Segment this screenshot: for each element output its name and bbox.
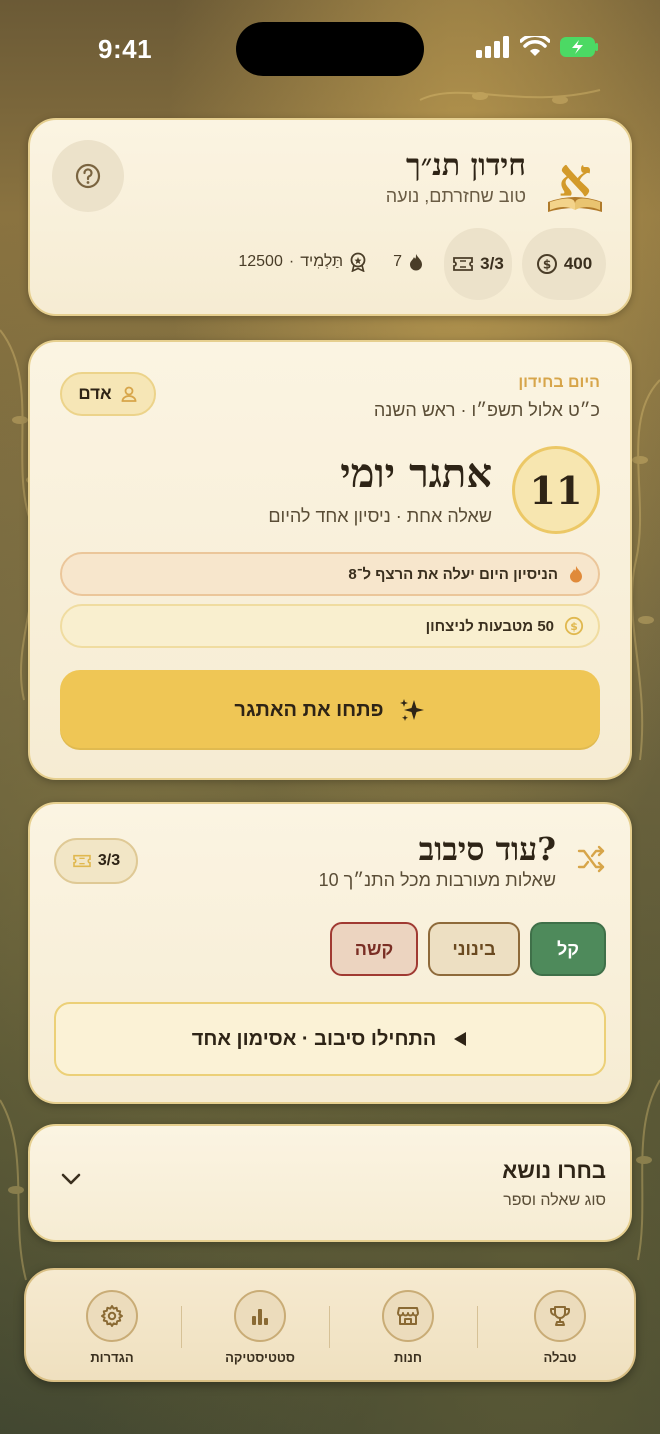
streak-note-text: הניסיון היום יעלה את הרצף ל־8 xyxy=(348,565,558,583)
header-card: א חידון תנ״ך טוב שחזרתם, נועה $ 400 3/3 … xyxy=(28,118,632,316)
flame-icon xyxy=(570,566,582,583)
svg-text:$: $ xyxy=(543,258,551,272)
aleph-book-logo: א xyxy=(548,148,602,212)
wifi-icon xyxy=(520,36,550,56)
user-chip[interactable]: אדם xyxy=(60,372,156,416)
status-bar: 9:41 xyxy=(0,0,660,100)
open-challenge-label: פתחו את האתגר xyxy=(234,698,384,721)
round-tickets-chip: 3/3 xyxy=(54,838,138,884)
nav-divider xyxy=(329,1306,330,1348)
nav-item-leaderboard[interactable]: טבלה xyxy=(500,1290,620,1365)
coin-icon: $ xyxy=(564,616,584,636)
bottom-nav: טבלה חנות סטטיסטיקה הגדרות xyxy=(24,1268,636,1382)
difficulty-medium-button[interactable]: בינוני xyxy=(428,922,520,976)
status-time: 9:41 xyxy=(98,34,153,64)
round-title: עוד סיבוב? xyxy=(418,830,556,868)
nav-icon-circle xyxy=(234,1290,286,1342)
play-icon xyxy=(454,1032,467,1046)
bar-chart-icon xyxy=(252,1309,268,1325)
battery-icon xyxy=(560,37,598,57)
streak-note: הניסיון היום יעלה את הרצף ל־8 xyxy=(60,552,600,596)
nav-icon-circle xyxy=(86,1290,138,1342)
shuffle-icon xyxy=(577,845,605,873)
today-label: היום בחידון xyxy=(518,374,600,391)
nav-label: טבלה xyxy=(543,1350,577,1365)
nav-divider xyxy=(181,1306,182,1348)
nav-label: סטטיסטיקה xyxy=(225,1350,295,1365)
hebrew-date: כ״ט אלול תשפ״ו · ראש השנה xyxy=(373,400,600,420)
nav-icon-circle xyxy=(382,1290,434,1342)
difficulty-easy-button[interactable]: קל xyxy=(530,922,606,976)
user-name: אדם xyxy=(78,384,112,403)
nav-icon-circle xyxy=(534,1290,586,1342)
day-number-badge: 11 xyxy=(512,446,600,534)
question-icon xyxy=(75,163,101,189)
coin-icon: $ xyxy=(536,254,557,274)
another-round-card: עוד סיבוב? 10 שאלות מעורבות מכל התנ״ך 3/… xyxy=(28,802,632,1104)
chevron-down-icon[interactable] xyxy=(60,1172,82,1186)
nav-item-statistics[interactable]: סטטיסטיקה xyxy=(200,1290,320,1365)
daily-title: אתגר יומי xyxy=(340,450,492,497)
nav-divider xyxy=(477,1306,478,1348)
start-round-button[interactable]: התחילו סיבוב · אסימון אחד xyxy=(54,1002,606,1076)
round-subtitle: 10 שאלות מעורבות מכל התנ״ך xyxy=(318,870,556,890)
coins-count: 400 xyxy=(563,254,593,273)
shop-icon xyxy=(397,1307,419,1325)
nav-item-shop[interactable]: חנות xyxy=(348,1290,468,1365)
trophy-icon xyxy=(550,1306,570,1326)
stat-separator: · xyxy=(288,253,295,270)
difficulty-hard-button[interactable]: קשה xyxy=(330,922,418,976)
svg-text:$: $ xyxy=(570,620,578,633)
xp-count: 12500 xyxy=(238,253,283,270)
signal-icon xyxy=(476,36,509,58)
nav-label: הגדרות xyxy=(90,1350,134,1365)
choose-topic-card[interactable]: בחרו נושא סוג שאלה וספר xyxy=(28,1124,632,1242)
reward-note: $ 50 מטבעות לניצחון xyxy=(60,604,600,648)
tickets-count: 3/3 xyxy=(480,254,504,273)
topic-subtitle: סוג שאלה וספר xyxy=(503,1192,606,1209)
streak-count: 7 xyxy=(393,253,402,270)
player-stats: 7 תַּלְמִיד · 12500 xyxy=(238,252,424,272)
rank-badge-icon xyxy=(350,252,366,272)
gear-icon xyxy=(101,1305,123,1327)
reward-note-text: 50 מטבעות לניצחון xyxy=(425,617,554,635)
coins-pill[interactable]: $ 400 xyxy=(522,228,606,300)
topic-title: בחרו נושא xyxy=(502,1158,606,1183)
nav-label: חנות xyxy=(394,1350,422,1365)
ticket-icon xyxy=(453,257,474,271)
ticket-icon xyxy=(73,854,91,868)
status-icons xyxy=(476,36,600,58)
daily-challenge-card: היום בחידון כ״ט אלול תשפ״ו · ראש השנה אד… xyxy=(28,340,632,780)
dynamic-island xyxy=(236,22,424,76)
app-title: חידון תנ״ך xyxy=(406,148,526,183)
nav-item-settings[interactable]: הגדרות xyxy=(52,1290,172,1365)
rank-label: תַּלְמִיד xyxy=(300,253,344,270)
sparkles-icon xyxy=(399,699,424,721)
flame-icon xyxy=(410,254,422,271)
svg-text:א: א xyxy=(558,148,591,209)
help-button[interactable] xyxy=(52,140,124,212)
open-challenge-button[interactable]: פתחו את האתגר xyxy=(60,670,600,750)
tickets-pill[interactable]: 3/3 xyxy=(444,228,512,300)
daily-subtitle: שאלה אחת · ניסיון אחד להיום xyxy=(268,506,492,526)
round-tickets-count: 3/3 xyxy=(97,852,121,869)
greeting-text: טוב שחזרתם, נועה xyxy=(385,186,526,206)
start-round-label: התחילו סיבוב · אסימון אחד xyxy=(191,1027,437,1050)
user-icon xyxy=(121,386,137,402)
